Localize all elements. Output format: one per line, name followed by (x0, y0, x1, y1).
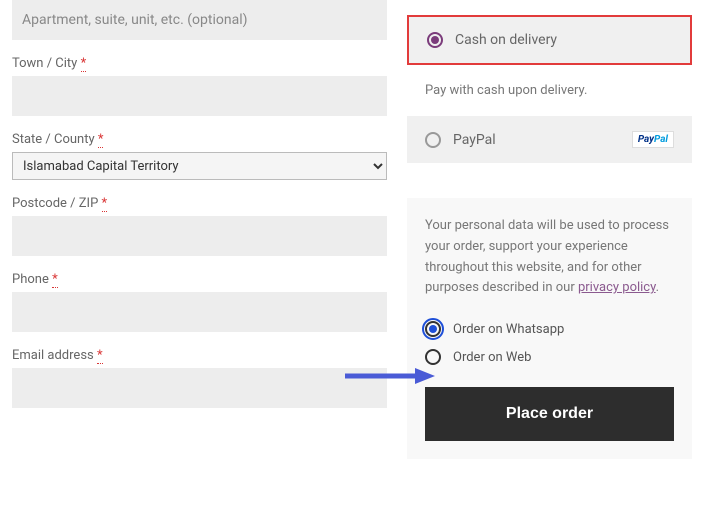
privacy-suffix: . (656, 280, 659, 295)
privacy-text: Your personal data will be used to proce… (425, 216, 674, 299)
required-mark: * (98, 132, 104, 148)
town-input[interactable] (12, 76, 387, 116)
payment-paypal-label: PayPal (453, 132, 496, 148)
required-mark: * (52, 272, 58, 288)
payment-cod-label: Cash on delivery (455, 32, 557, 48)
required-mark: * (97, 348, 103, 364)
order-web-label: Order on Web (453, 350, 531, 365)
phone-input[interactable] (12, 292, 387, 332)
radio-icon (425, 132, 441, 148)
required-mark: * (81, 56, 87, 72)
postcode-group: Postcode / ZIP * (12, 196, 387, 256)
postcode-label-text: Postcode / ZIP (12, 196, 98, 211)
radio-dot-icon (429, 325, 437, 333)
email-label-text: Email address (12, 348, 94, 363)
phone-label-text: Phone (12, 272, 49, 287)
postcode-input[interactable] (12, 216, 387, 256)
radio-icon (427, 32, 443, 48)
phone-label: Phone * (12, 272, 387, 287)
apartment-group (12, 0, 387, 40)
radio-dot-icon (431, 36, 439, 44)
billing-form: Town / City * State / County * Islamabad… (12, 0, 387, 459)
payment-column: Cash on delivery Pay with cash upon deli… (407, 0, 692, 459)
payment-option-paypal[interactable]: PayPal PayPal (407, 116, 692, 163)
order-option-whatsapp[interactable]: Order on Whatsapp (425, 315, 674, 343)
payment-cod-description: Pay with cash upon delivery. (407, 71, 692, 116)
state-label: State / County * (12, 132, 387, 147)
paypal-logo-icon: PayPal (632, 131, 674, 148)
email-input[interactable] (12, 368, 387, 408)
state-select[interactable]: Islamabad Capital Territory (12, 152, 387, 180)
phone-group: Phone * (12, 272, 387, 332)
required-mark: * (102, 196, 108, 212)
radio-icon (425, 349, 441, 365)
town-label: Town / City * (12, 56, 387, 71)
privacy-policy-link[interactable]: privacy policy (578, 280, 656, 295)
radio-icon (425, 321, 441, 337)
order-whatsapp-label: Order on Whatsapp (453, 322, 564, 337)
place-order-button[interactable]: Place order (425, 387, 674, 441)
state-group: State / County * Islamabad Capital Terri… (12, 132, 387, 180)
email-group: Email address * (12, 348, 387, 408)
apartment-input[interactable] (12, 0, 387, 40)
postcode-label: Postcode / ZIP * (12, 196, 387, 211)
payment-option-cod[interactable]: Cash on delivery (407, 15, 692, 65)
email-label: Email address * (12, 348, 387, 363)
state-label-text: State / County (12, 132, 95, 147)
order-channel-options: Order on Whatsapp Order on Web (425, 315, 674, 371)
town-group: Town / City * (12, 56, 387, 116)
privacy-box: Your personal data will be used to proce… (407, 198, 692, 459)
town-label-text: Town / City (12, 56, 77, 71)
order-option-web[interactable]: Order on Web (425, 343, 674, 371)
